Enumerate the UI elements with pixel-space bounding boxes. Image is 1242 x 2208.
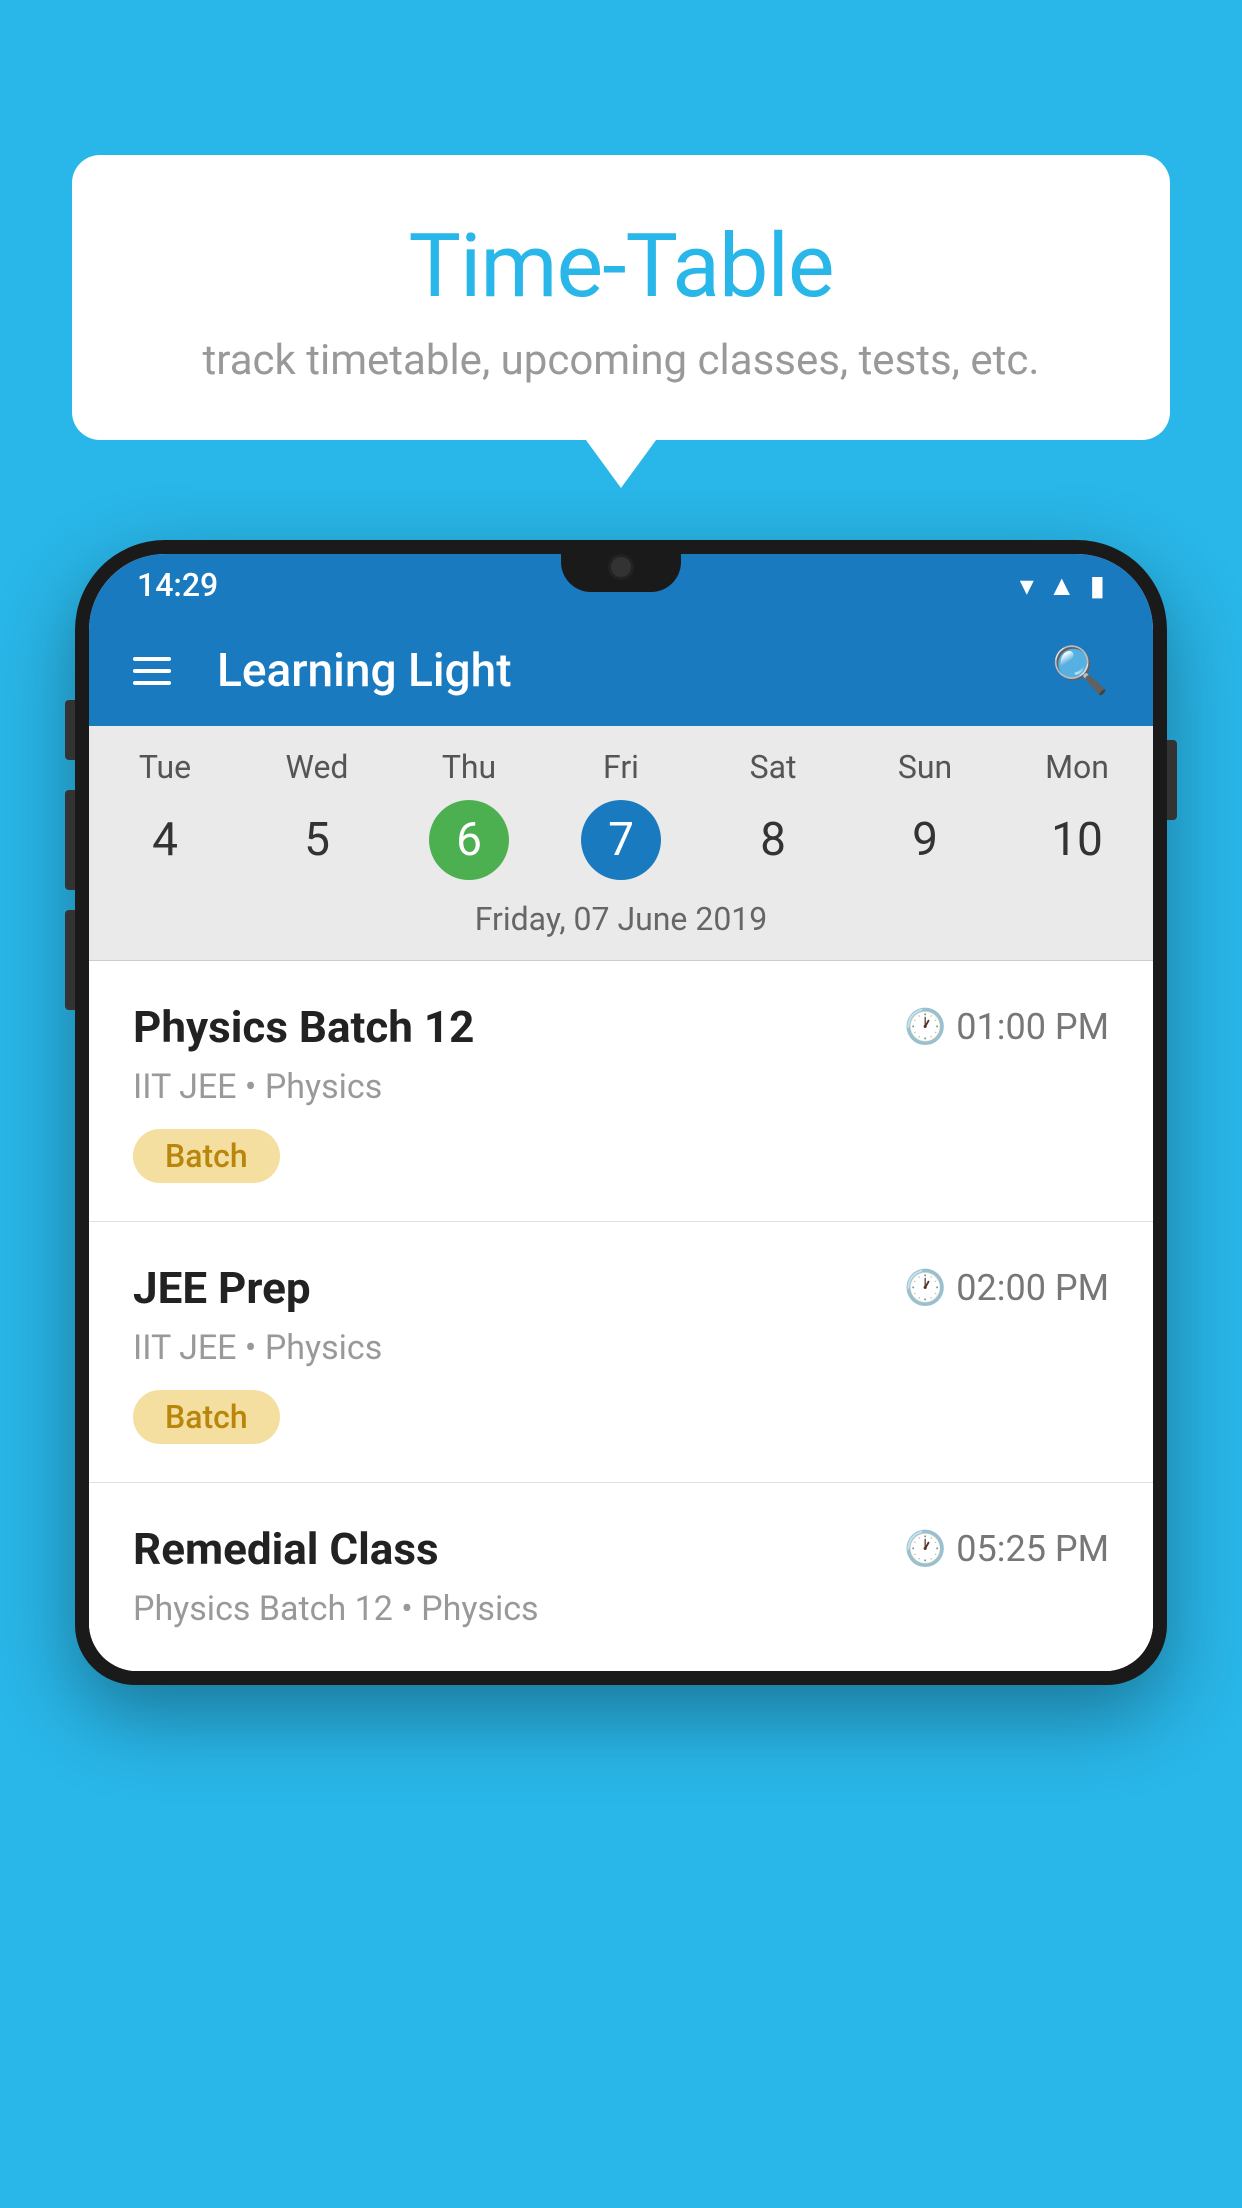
time-text: 01:00 PM bbox=[956, 1006, 1109, 1048]
day-col-tue[interactable]: Tue 4 bbox=[89, 748, 241, 880]
schedule-item-time: 🕐01:00 PM bbox=[904, 1006, 1109, 1048]
app-bar: Learning Light 🔍 bbox=[89, 616, 1153, 726]
day-col-thu[interactable]: Thu 6 bbox=[393, 748, 545, 880]
day-col-sat[interactable]: Sat 8 bbox=[697, 748, 849, 880]
day-number: 10 bbox=[1037, 800, 1117, 880]
status-time: 14:29 bbox=[137, 566, 218, 604]
time-text: 02:00 PM bbox=[956, 1267, 1109, 1309]
schedule-item-title: Physics Batch 12 bbox=[133, 1001, 474, 1053]
batch-badge: Batch bbox=[133, 1129, 280, 1183]
schedule-item-header: JEE Prep 🕐02:00 PM bbox=[133, 1262, 1109, 1314]
schedule-list: Physics Batch 12🕐01:00 PMIIT JEE • Physi… bbox=[89, 961, 1153, 1671]
volume-silent-button bbox=[65, 700, 75, 760]
status-icons: ▾ ▲ ▮ bbox=[1020, 569, 1105, 602]
time-text: 05:25 PM bbox=[956, 1528, 1109, 1570]
week-calendar-row: Tue 4 Wed 5 Thu 6 Fri 7 Sat 8 Sun 9 Mon 10 bbox=[89, 726, 1153, 890]
schedule-item-time: 🕐05:25 PM bbox=[904, 1528, 1109, 1570]
bubble-title: Time-Table bbox=[122, 215, 1120, 318]
schedule-item[interactable]: JEE Prep 🕐02:00 PM IIT JEE • Physics Batch bbox=[89, 1222, 1153, 1483]
day-name: Thu bbox=[442, 748, 496, 786]
day-name: Wed bbox=[286, 748, 349, 786]
day-name: Tue bbox=[139, 748, 191, 786]
search-button[interactable]: 🔍 bbox=[1052, 644, 1109, 698]
schedule-item[interactable]: Physics Batch 12 🕐01:00 PM IIT JEE • Physi… bbox=[89, 961, 1153, 1222]
schedule-item-time: 🕐02:00 PM bbox=[904, 1267, 1109, 1309]
day-name: Mon bbox=[1045, 748, 1109, 786]
hamburger-menu-button[interactable] bbox=[133, 657, 171, 685]
wifi-icon: ▾ bbox=[1020, 569, 1034, 602]
day-number: 6 bbox=[429, 800, 509, 880]
schedule-item[interactable]: Remedial Class 🕐05:25 PM Physics Batch 12 … bbox=[89, 1483, 1153, 1671]
phone-screen: 14:29 ▾ ▲ ▮ Learning Light 🔍 bbox=[89, 554, 1153, 1671]
bubble-subtitle: track timetable, upcoming classes, tests… bbox=[122, 336, 1120, 385]
day-col-wed[interactable]: Wed 5 bbox=[241, 748, 393, 880]
schedule-item-header: Remedial Class 🕐05:25 PM bbox=[133, 1523, 1109, 1575]
schedule-item-subtitle: IIT JEE • Physics bbox=[133, 1328, 1109, 1368]
schedule-item-subtitle: IIT JEE • Physics bbox=[133, 1067, 1109, 1107]
day-col-mon[interactable]: Mon 10 bbox=[1001, 748, 1153, 880]
phone-mockup: 14:29 ▾ ▲ ▮ Learning Light 🔍 bbox=[75, 540, 1167, 2208]
schedule-item-subtitle: Physics Batch 12 • Physics bbox=[133, 1589, 1109, 1629]
app-title: Learning Light bbox=[217, 644, 1016, 698]
day-name: Sat bbox=[750, 748, 797, 786]
day-number: 7 bbox=[581, 800, 661, 880]
clock-icon: 🕐 bbox=[904, 1007, 946, 1047]
volume-down-button bbox=[65, 910, 75, 1010]
day-col-sun[interactable]: Sun 9 bbox=[849, 748, 1001, 880]
date-label-row: Friday, 07 June 2019 bbox=[89, 890, 1153, 961]
clock-icon: 🕐 bbox=[904, 1529, 946, 1569]
day-number: 4 bbox=[125, 800, 205, 880]
day-col-fri[interactable]: Fri 7 bbox=[545, 748, 697, 880]
day-number: 8 bbox=[733, 800, 813, 880]
signal-icon: ▲ bbox=[1048, 569, 1076, 602]
schedule-item-title: Remedial Class bbox=[133, 1523, 439, 1575]
day-number: 9 bbox=[885, 800, 965, 880]
volume-up-button bbox=[65, 790, 75, 890]
power-button bbox=[1167, 740, 1177, 820]
day-number: 5 bbox=[277, 800, 357, 880]
schedule-item-header: Physics Batch 12 🕐01:00 PM bbox=[133, 1001, 1109, 1053]
speech-bubble: Time-Table track timetable, upcoming cla… bbox=[72, 155, 1170, 440]
phone-outer: 14:29 ▾ ▲ ▮ Learning Light 🔍 bbox=[75, 540, 1167, 1685]
day-name: Sun bbox=[898, 748, 952, 786]
clock-icon: 🕐 bbox=[904, 1268, 946, 1308]
day-name: Fri bbox=[603, 748, 639, 786]
phone-camera bbox=[608, 554, 634, 580]
battery-icon: ▮ bbox=[1090, 569, 1105, 602]
batch-badge: Batch bbox=[133, 1390, 280, 1444]
selected-date-label: Friday, 07 June 2019 bbox=[475, 900, 768, 938]
schedule-item-title: JEE Prep bbox=[133, 1262, 311, 1314]
